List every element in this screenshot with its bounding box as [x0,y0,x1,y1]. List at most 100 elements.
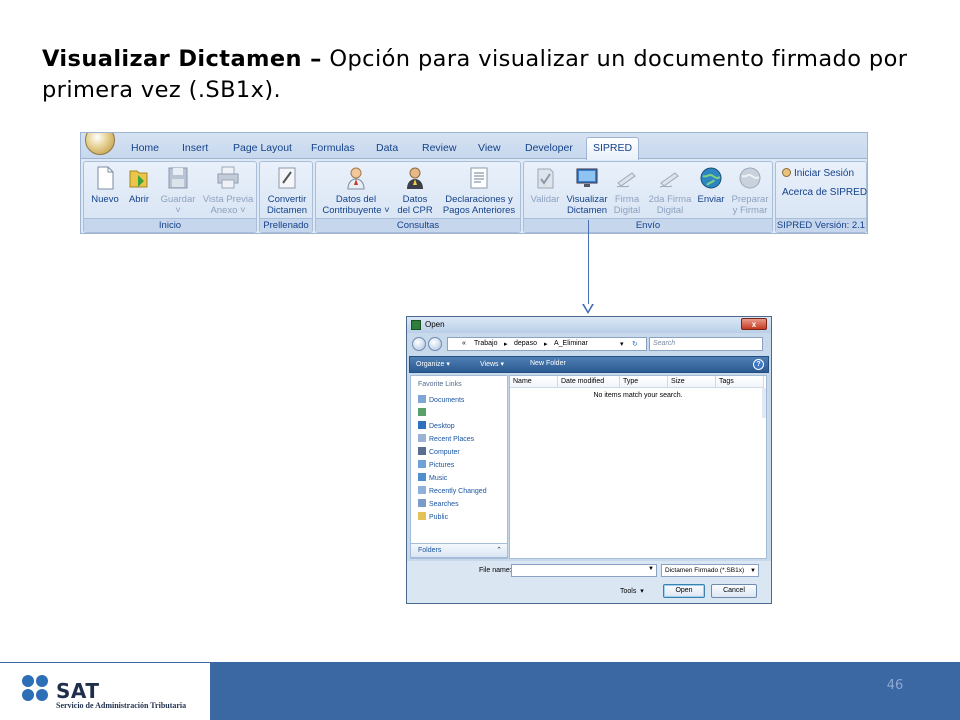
tab-formulas[interactable]: Formulas [305,139,361,159]
back-button[interactable] [412,337,426,351]
tab-data[interactable]: Data [370,139,404,159]
nav-searches-label: Searches [429,501,459,508]
nav-computer[interactable]: Computer [418,447,460,456]
dialog-titlebar[interactable]: Open x [407,317,771,333]
file-type-value: Dictamen Firmado (*.SB1x) [665,567,745,574]
convertir-dictamen-button[interactable]: Convertir Dictamen [262,165,312,216]
nav-documents[interactable]: Documents [418,395,464,404]
y-firmar-label: y Firmar [732,205,768,216]
chevron-down-icon[interactable]: ▼ [648,566,654,572]
slide-title: Visualizar Dictamen – Opción para visual… [42,44,942,106]
chevron-down-icon[interactable]: ▼ [750,566,756,577]
pointer-arrow-line [588,220,589,312]
guardar-button[interactable]: Guardar ˅ [158,165,198,216]
nav-public[interactable]: Public [418,512,448,521]
firma-digital-button[interactable]: Firma Digital [610,165,644,216]
group-inicio-label: Inicio [84,218,256,232]
new-folder-button[interactable]: New Folder [530,360,566,367]
abrir-button[interactable]: Abrir [124,165,154,205]
folders-label: Folders [418,547,442,554]
column-tags[interactable]: Tags [716,376,764,388]
tab-insert[interactable]: Insert [176,139,214,159]
breadcrumb-trabajo[interactable]: Trabajo [474,340,497,347]
breadcrumb-overflow[interactable]: « [462,340,466,347]
refresh-icon[interactable]: ↻ [632,340,638,348]
nav-recently-changed[interactable]: Recently Changed [418,486,487,495]
open-button[interactable]: Open [663,584,705,598]
nuevo-button[interactable]: Nuevo [88,165,122,205]
enviar-label: Enviar [697,194,725,205]
excel-ribbon: Home Insert Page Layout Formulas Data Re… [80,132,868,234]
column-type[interactable]: Type [620,376,668,388]
visualizar-dictamen-button[interactable]: Visualizar Dictamen [564,165,610,216]
declaraciones-label: Declaraciones y [445,194,513,205]
convertir-label: Convertir [267,194,307,205]
views-button[interactable]: Views ▾ [480,360,504,368]
datos-label: Datos [402,194,428,205]
nav-desktop[interactable]: Desktop [418,421,455,430]
tab-view[interactable]: View [472,139,507,159]
document-list-icon [470,167,488,189]
breadcrumb-depaso[interactable]: depaso [514,340,537,347]
nav-public-label: Public [429,514,449,521]
datos-contribuyente-button[interactable]: Datos del Contribuyente ˅ [320,165,392,216]
dictamen-label: Dictamen [266,205,308,216]
iniciar-sesion-link[interactable]: Iniciar Sesión [782,168,854,179]
ribbon-tab-bar: Home Insert Page Layout Formulas Data Re… [81,133,867,160]
address-bar[interactable]: « Trabajo ▸ depaso ▸ A_Eliminar ▾ ↻ [447,337,647,351]
folders-toggle[interactable]: Folders ⌃ [410,543,508,558]
column-date-modified[interactable]: Date modified [558,376,620,388]
file-name-input[interactable]: ▼ [511,564,657,577]
nav-searches[interactable]: Searches [418,499,459,508]
monitor-icon [576,168,598,187]
vista-previa-label: Vista Previa [202,194,254,205]
validar-button[interactable]: Validar [526,165,564,205]
save-disk-icon [168,167,188,189]
office-button[interactable] [85,133,115,155]
declaraciones-pagos-button[interactable]: Declaraciones y Pagos Anteriores [438,165,520,216]
file-list-pane: Name Date modified Type Size Tags No ite… [509,375,767,559]
preparar-firmar-button[interactable]: Preparar y Firmar [728,165,772,216]
address-dropdown-icon[interactable]: ▾ [620,340,624,348]
validar-label: Validar [530,194,560,205]
datos-del-label: Datos del [335,194,377,205]
cancel-button[interactable]: Cancel [711,584,757,598]
cpr-person-icon [407,167,423,189]
tools-menu[interactable]: Tools ▾ [620,587,644,595]
nav-music[interactable]: Music [418,473,447,482]
organize-button[interactable]: Organize ▾ [416,360,450,368]
nav-recent-places[interactable]: Recent Places [418,434,474,443]
breadcrumb-a-eliminar[interactable]: A_Eliminar [554,340,588,347]
tab-page-layout[interactable]: Page Layout [227,139,298,159]
contribuyente-label: Contribuyente ˅ [322,205,390,216]
segunda-firma-digital-button[interactable]: 2da Firma Digital [646,165,694,216]
dialog-close-button[interactable]: x [741,318,767,330]
help-icon[interactable]: ? [753,359,764,370]
guardar-label: Guardar [160,194,196,205]
vista-previa-anexo-button[interactable]: Vista Previa Anexo ˅ [200,165,256,216]
file-type-select[interactable]: Dictamen Firmado (*.SB1x) ▼ [661,564,759,577]
nav-unnamed[interactable] [418,408,429,417]
search-input[interactable]: Search [649,337,763,351]
tab-developer[interactable]: Developer [519,139,579,159]
acerca-sipred-link[interactable]: Acerca de SIPRED [782,187,867,198]
page-number: 46 [886,678,904,693]
tab-sipred[interactable]: SIPRED [586,137,640,160]
forward-button[interactable] [428,337,442,351]
nav-pictures[interactable]: Pictures [418,460,454,469]
tab-review[interactable]: Review [416,139,462,159]
documents-icon [418,395,426,403]
column-size[interactable]: Size [668,376,716,388]
searches-icon [418,499,426,507]
column-name[interactable]: Name [510,376,558,388]
recently-changed-icon [418,486,426,494]
nav-desktop-label: Desktop [429,423,455,430]
dialog-title: Open [425,320,445,329]
tab-home[interactable]: Home [125,139,165,159]
nuevo-label: Nuevo [91,194,119,205]
enviar-button[interactable]: Enviar [694,165,728,205]
breadcrumb-chevron-icon: ▸ [504,341,508,348]
public-icon [418,512,426,520]
file-list-scrollbar[interactable] [762,388,766,418]
segunda-firma-digital-label: Digital [656,205,684,216]
